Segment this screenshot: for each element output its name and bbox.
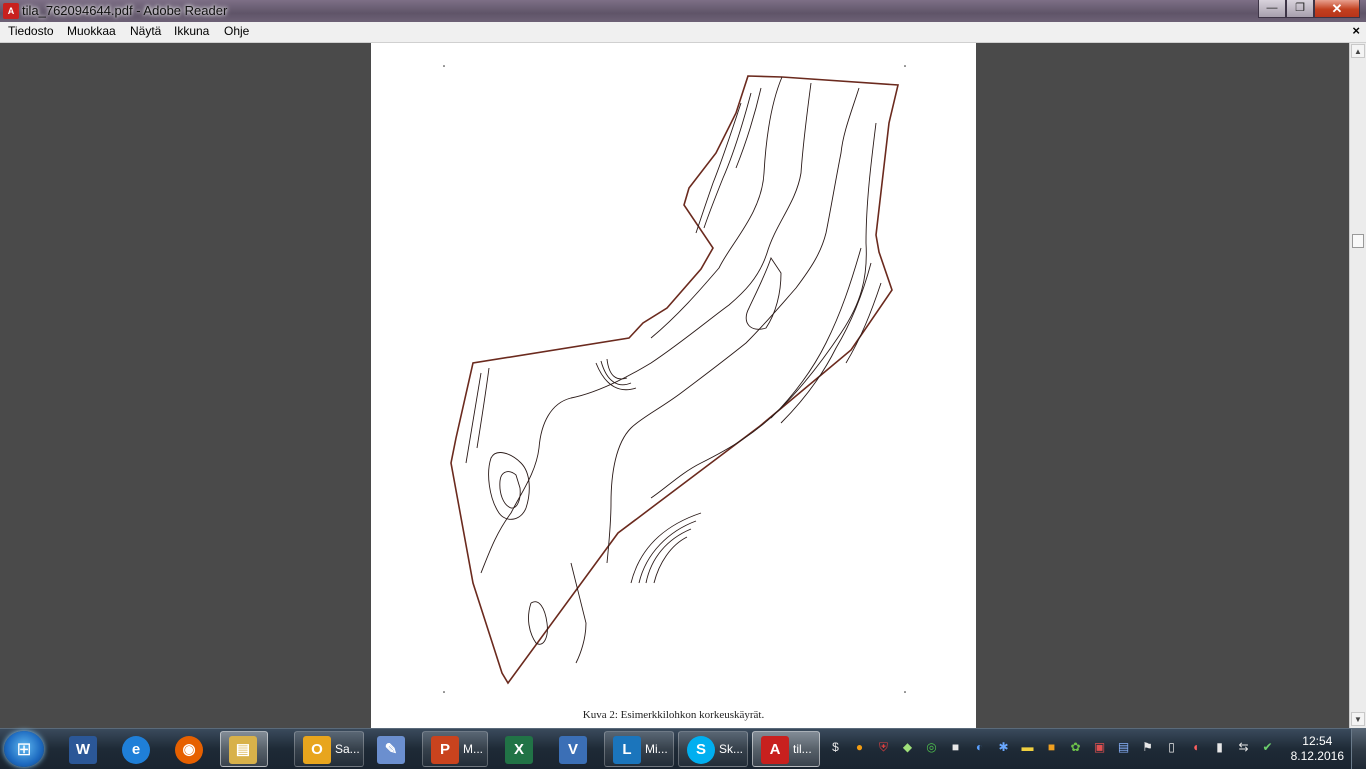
word-icon: W — [69, 736, 97, 764]
menu-bar: Tiedosto Muokkaa Näytä Ikkuna Ohje × — [0, 22, 1366, 43]
monitor-icon[interactable]: ▤ — [1114, 737, 1133, 757]
menu-window[interactable]: Ikkuna — [174, 24, 209, 38]
system-clock[interactable]: 12:54 8.12.2016 — [1291, 734, 1344, 764]
figure-caption: Kuva 2: Esimerkkilohkon korkeuskäyrät. — [582, 709, 765, 721]
maximize-button[interactable]: ❐ — [1286, 0, 1314, 18]
close-document-button[interactable]: × — [1352, 23, 1360, 38]
show-desktop-button[interactable] — [1351, 729, 1366, 769]
taskbar-adobe-reader[interactable]: A til... — [752, 731, 820, 767]
bluetooth-icon[interactable]: ✱ — [994, 737, 1013, 757]
yellow-bar-icon[interactable]: ▬ — [1018, 737, 1037, 757]
taskbar-lync[interactable]: L Mi... — [604, 731, 674, 767]
powerpoint-icon: P — [431, 736, 459, 764]
taskbar-word[interactable]: W — [60, 731, 108, 767]
firefox-icon: ◉ — [175, 736, 203, 764]
taskbar-outlook-label: Sa... — [335, 742, 360, 756]
clock-date: 8.12.2016 — [1290, 749, 1344, 763]
taskbar-skype[interactable]: S Sk... — [678, 731, 748, 767]
taskbar-firefox[interactable]: ◉ — [166, 731, 214, 767]
taskbar-adobe-reader-label: til... — [793, 742, 812, 756]
lync-icon: L — [613, 736, 641, 764]
taskbar-internet-explorer[interactable]: e — [113, 731, 161, 767]
flag-icon[interactable]: ⚑ — [1138, 737, 1157, 757]
folder-icon: ▤ — [229, 736, 257, 764]
skype-icon: S — [687, 736, 715, 764]
menu-help[interactable]: Ohje — [224, 24, 249, 38]
security-check-icon[interactable]: ✔ — [1258, 737, 1277, 757]
taskbar-outlook[interactable]: O Sa... — [294, 731, 364, 767]
contour-map-figure — [443, 65, 906, 693]
volume-muted-icon[interactable]: ◖ — [1186, 737, 1205, 757]
vertical-scrollbar[interactable]: ▲ ▼ — [1349, 43, 1366, 728]
shield-icon[interactable]: ⛨ — [874, 737, 893, 757]
visio-icon: V — [559, 736, 587, 764]
adobe-reader-icon: A — [3, 3, 19, 19]
taskbar-paint[interactable]: ✎ — [368, 731, 416, 767]
leaf-icon[interactable]: ◆ — [898, 737, 917, 757]
excel-icon: X — [505, 736, 533, 764]
pdf-icon: A — [761, 736, 789, 764]
scroll-thumb[interactable] — [1352, 234, 1364, 248]
outlook-icon: O — [303, 736, 331, 764]
signal-bars-icon[interactable]: ▮ — [1210, 737, 1229, 757]
square-icon[interactable]: ■ — [946, 737, 965, 757]
red-app-icon[interactable]: ▣ — [1090, 737, 1109, 757]
refresh-icon[interactable]: ◐ — [970, 737, 989, 757]
sync-icon[interactable]: ◎ — [922, 737, 941, 757]
minimize-button[interactable]: — — [1258, 0, 1286, 18]
document-viewer[interactable]: Kuva 2: Esimerkkilohkon korkeuskäyrät. — [0, 43, 1349, 728]
menu-edit[interactable]: Muokkaa — [67, 24, 116, 38]
window-title: tila_762094644.pdf - Adobe Reader — [22, 3, 228, 18]
close-button[interactable]: ✕ — [1314, 0, 1360, 18]
scroll-up-icon[interactable]: ▲ — [1351, 44, 1365, 58]
clipboard-icon[interactable]: ▯ — [1162, 737, 1181, 757]
taskbar: ⊞ W e ◉ ▤ O Sa... ✎ P M... X V L Mi... S… — [0, 728, 1366, 769]
pdf-page: Kuva 2: Esimerkkilohkon korkeuskäyrät. — [371, 43, 976, 728]
menu-file[interactable]: Tiedosto — [8, 24, 54, 38]
green-gear-icon[interactable]: ✿ — [1066, 737, 1085, 757]
start-button[interactable]: ⊞ — [4, 731, 44, 767]
orange-square-icon[interactable]: ■ — [1042, 737, 1061, 757]
taskbar-lync-label: Mi... — [645, 742, 668, 756]
window-titlebar: A tila_762094644.pdf - Adobe Reader — ❐ … — [0, 0, 1366, 22]
scroll-down-icon[interactable]: ▼ — [1351, 712, 1365, 726]
parcel-boundary — [450, 75, 899, 685]
taskbar-skype-label: Sk... — [719, 742, 744, 756]
orange-circle-icon[interactable]: ● — [850, 737, 869, 757]
network-icon[interactable]: ⇆ — [1234, 737, 1253, 757]
taskbar-powerpoint[interactable]: P M... — [422, 731, 488, 767]
clock-time: 12:54 — [1302, 734, 1333, 748]
taskbar-file-explorer[interactable]: ▤ — [220, 731, 268, 767]
dollar-icon[interactable]: $ — [826, 737, 845, 757]
paint-icon: ✎ — [377, 736, 405, 764]
taskbar-visio[interactable]: V — [550, 731, 598, 767]
taskbar-excel[interactable]: X — [496, 731, 544, 767]
system-tray: $ ● ⛨ ◆ ◎ ■ ◐ ✱ ▬ ■ ✿ ▣ ▤ ⚑ ▯ ◖ ▮ ⇆ ✔ — [826, 737, 1277, 761]
window-controls: — ❐ ✕ — [1258, 0, 1360, 18]
windows-logo-icon: ⊞ — [16, 739, 32, 759]
menu-view[interactable]: Näytä — [130, 24, 161, 38]
internet-explorer-icon: e — [122, 736, 150, 764]
taskbar-powerpoint-label: M... — [463, 742, 483, 756]
